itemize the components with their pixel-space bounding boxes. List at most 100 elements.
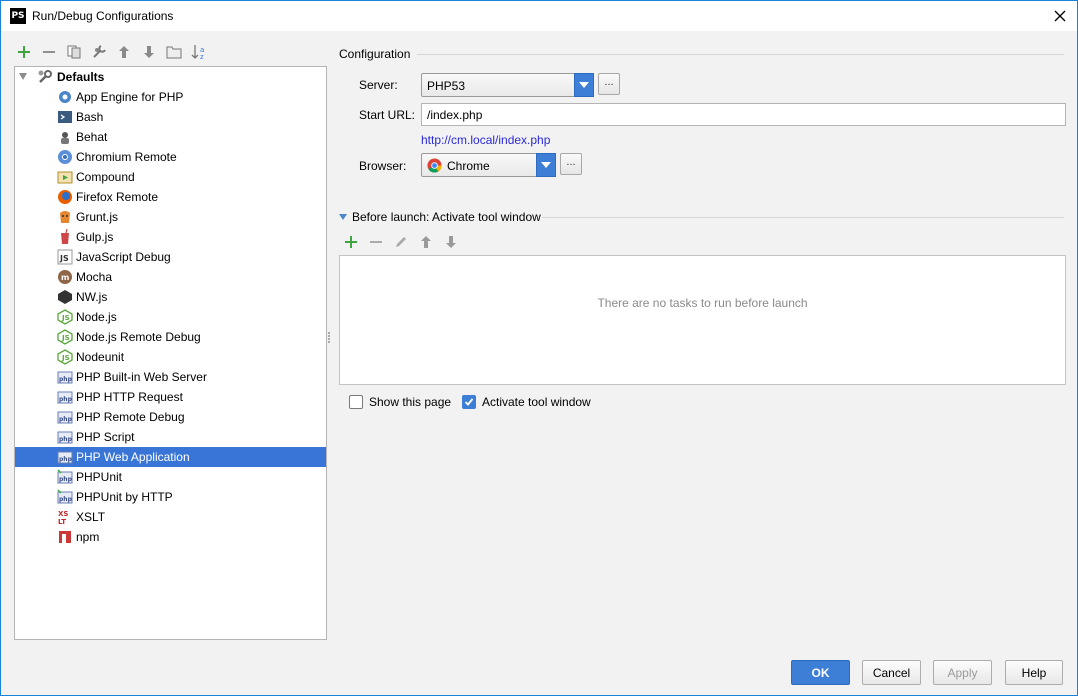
tree-item[interactable]: XS LT XSLT xyxy=(15,507,326,527)
tree-item-label: Node.js xyxy=(76,310,117,324)
show-page-option[interactable]: Show this page xyxy=(349,395,451,409)
folder-icon xyxy=(166,46,182,59)
sort-icon: az xyxy=(191,45,204,60)
tree-item[interactable]: JS JavaScript Debug xyxy=(15,247,326,267)
svg-text:LT: LT xyxy=(58,518,66,525)
chevron-down-icon[interactable] xyxy=(536,153,556,177)
tree-item-label: Gulp.js xyxy=(76,230,114,244)
splitter-handle[interactable] xyxy=(327,331,331,347)
bash-icon xyxy=(57,109,73,125)
show-page-checkbox[interactable] xyxy=(349,395,363,409)
tree-item[interactable]: php PHP Built-in Web Server xyxy=(15,367,326,387)
arrow-up-icon xyxy=(421,236,431,248)
start-url-label: Start URL: xyxy=(359,108,416,122)
edit-defaults-button[interactable] xyxy=(89,42,109,62)
before-launch-task-list[interactable]: There are no tasks to run before launch xyxy=(339,255,1066,385)
configuration-tree[interactable]: Defaults App Engine for PHP Bash Behat Chro… xyxy=(14,66,327,640)
ok-button[interactable]: OK xyxy=(791,660,850,685)
add-configuration-button[interactable] xyxy=(14,42,34,62)
edit-task-button[interactable] xyxy=(391,232,411,252)
move-task-up-button[interactable] xyxy=(416,232,436,252)
tree-item[interactable]: Bash xyxy=(15,107,326,127)
behat-icon xyxy=(57,129,73,145)
tree-root-defaults[interactable]: Defaults xyxy=(15,67,326,87)
server-combobox[interactable]: PHP53 xyxy=(421,73,594,97)
tree-item-label: npm xyxy=(76,530,100,544)
tree-item-label: Compound xyxy=(76,170,135,184)
sort-button[interactable]: az xyxy=(189,42,209,62)
arrow-down-icon xyxy=(144,46,154,58)
tree-item[interactable]: php PHP Remote Debug xyxy=(15,407,326,427)
browser-browse-button[interactable]: ... xyxy=(560,153,582,175)
chromium-icon xyxy=(57,149,73,165)
remove-task-button[interactable] xyxy=(366,232,386,252)
compound-icon xyxy=(57,169,73,185)
svg-text:php: php xyxy=(59,416,73,423)
help-button[interactable]: Help xyxy=(1005,660,1063,685)
copy-configuration-button[interactable] xyxy=(64,42,84,62)
svg-text:XS: XS xyxy=(58,510,68,518)
tree-item[interactable]: php PHP Script xyxy=(15,427,326,447)
tree-item[interactable]: JS Node.js xyxy=(15,307,326,327)
tree-item[interactable]: Behat xyxy=(15,127,326,147)
tree-item[interactable]: Gulp.js xyxy=(15,227,326,247)
tree-item[interactable]: NW.js xyxy=(15,287,326,307)
tree-item[interactable]: Grunt.js xyxy=(15,207,326,227)
move-up-button[interactable] xyxy=(114,42,134,62)
tree-item[interactable]: php PHP Web Application xyxy=(15,447,326,467)
tree-item[interactable]: php PHPUnit by HTTP xyxy=(15,487,326,507)
svg-text:php: php xyxy=(59,396,73,403)
tree-item-label: PHPUnit by HTTP xyxy=(76,490,173,504)
server-label: Server: xyxy=(359,78,398,92)
tree-item-label: Mocha xyxy=(76,270,113,284)
tree-item[interactable]: Chromium Remote xyxy=(15,147,326,167)
phpunit-http-icon: php xyxy=(57,489,73,505)
firefox-icon xyxy=(57,189,73,205)
activate-tool-label: Activate tool window xyxy=(482,395,591,409)
php-script-icon: php xyxy=(57,429,73,445)
move-down-button[interactable] xyxy=(139,42,159,62)
before-launch-header[interactable]: Before launch: Activate tool window xyxy=(339,210,541,224)
tree-item[interactable]: npm xyxy=(15,527,326,547)
xslt-icon: XS LT xyxy=(57,509,73,525)
activate-tool-option[interactable]: Activate tool window xyxy=(462,395,591,409)
svg-text:JS: JS xyxy=(61,354,70,362)
chevron-down-icon[interactable] xyxy=(574,73,594,97)
create-folder-button[interactable] xyxy=(164,42,184,62)
resolved-url-link[interactable]: http://cm.local/index.php xyxy=(421,133,550,147)
browser-combobox[interactable]: Chrome xyxy=(421,153,556,177)
activate-tool-checkbox[interactable] xyxy=(462,395,476,409)
phpstorm-logo-icon: PS xyxy=(10,8,26,24)
tree-item[interactable]: php PHPUnit xyxy=(15,467,326,487)
tree-item[interactable]: Firefox Remote xyxy=(15,187,326,207)
tree-item[interactable]: App Engine for PHP xyxy=(15,87,326,107)
apply-button[interactable]: Apply xyxy=(933,660,992,685)
add-task-button[interactable] xyxy=(341,232,361,252)
svg-text:JS: JS xyxy=(59,254,69,263)
tree-item[interactable]: php PHP HTTP Request xyxy=(15,387,326,407)
browser-value: Chrome xyxy=(447,159,490,173)
server-browse-button[interactable]: ... xyxy=(598,73,620,95)
remove-icon xyxy=(43,51,55,53)
before-launch-toolbar xyxy=(341,232,461,252)
gulp-icon xyxy=(57,229,73,245)
remove-configuration-button[interactable] xyxy=(39,42,59,62)
tree-item[interactable]: Compound xyxy=(15,167,326,187)
start-url-input[interactable] xyxy=(421,103,1066,126)
defaults-wrench-icon xyxy=(38,70,52,83)
arrow-down-icon xyxy=(446,236,456,248)
tree-item[interactable]: JS Node.js Remote Debug xyxy=(15,327,326,347)
tree-item-label: Chromium Remote xyxy=(76,150,177,164)
tree-item[interactable]: m Mocha xyxy=(15,267,326,287)
expand-arrow-icon[interactable] xyxy=(19,73,27,80)
svg-text:php: php xyxy=(59,436,73,443)
tree-item[interactable]: JS Nodeunit xyxy=(15,347,326,367)
svg-text:php: php xyxy=(59,496,73,503)
cancel-button[interactable]: Cancel xyxy=(862,660,921,685)
browser-label: Browser: xyxy=(359,159,407,173)
window-title: Run/Debug Configurations xyxy=(32,9,174,23)
tree-item-label: PHPUnit xyxy=(76,470,123,484)
close-button[interactable] xyxy=(1049,5,1071,27)
tree-item-label: PHP Web Application xyxy=(76,450,190,464)
move-task-down-button[interactable] xyxy=(441,232,461,252)
